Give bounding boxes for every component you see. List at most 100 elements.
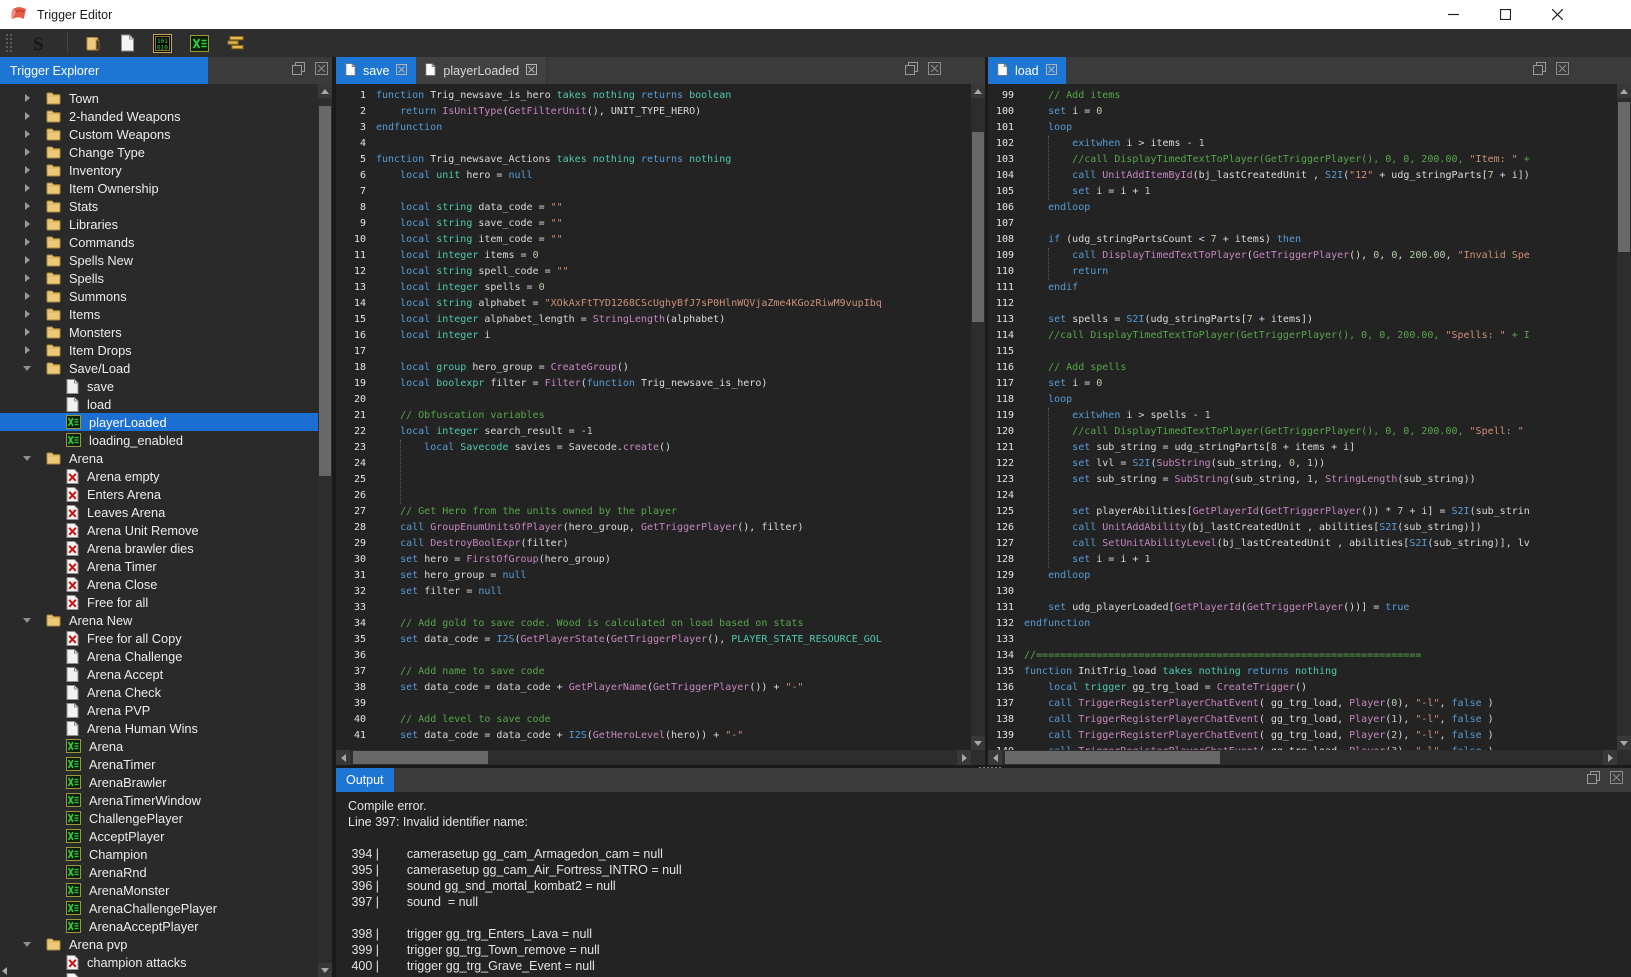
script-icon[interactable]: [190, 35, 209, 52]
trigger-tree[interactable]: Town2-handed WeaponsCustom WeaponsChange…: [0, 84, 318, 977]
tree-item-arenaacceptplayer[interactable]: ArenaAcceptPlayer: [0, 917, 318, 935]
tree-item-arenatimer[interactable]: ArenaTimer: [0, 755, 318, 773]
tree-item-item[interactable]: [0, 971, 318, 977]
load-hscrollbar[interactable]: [988, 750, 1617, 765]
tree-item-libraries[interactable]: Libraries: [0, 215, 318, 233]
tree-item-leaves-arena[interactable]: Leaves Arena: [0, 503, 318, 521]
expand-arrow-icon[interactable]: [20, 256, 34, 264]
expand-arrow-icon[interactable]: [20, 112, 34, 120]
load-code-area[interactable]: 99 // Add items100 set i = 0101 loop102 …: [988, 84, 1617, 750]
close-button[interactable]: [1531, 0, 1583, 29]
load-scroll-down[interactable]: [1617, 736, 1631, 750]
expand-arrow-icon[interactable]: [20, 238, 34, 246]
tree-hscroll-left-arrow[interactable]: [2, 967, 7, 975]
tree-item-arena-human-wins[interactable]: Arena Human Wins: [0, 719, 318, 737]
tree-item-challengeplayer[interactable]: ChallengePlayer: [0, 809, 318, 827]
load-vscroll-thumb[interactable]: [1618, 102, 1630, 252]
expand-arrow-icon[interactable]: [20, 148, 34, 156]
expand-arrow-icon[interactable]: [20, 130, 34, 138]
scroll-icon[interactable]: S: [30, 33, 54, 53]
expand-arrow-icon[interactable]: [20, 310, 34, 318]
tree-scroll-thumb[interactable]: [319, 106, 331, 476]
tree-item-item-drops[interactable]: Item Drops: [0, 341, 318, 359]
tree-item-stats[interactable]: Stats: [0, 197, 318, 215]
save-vscrollbar[interactable]: [971, 84, 985, 750]
tree-item-monsters[interactable]: Monsters: [0, 323, 318, 341]
tree-item-arena-unit-remove[interactable]: Arena Unit Remove: [0, 521, 318, 539]
tree-item-acceptplayer[interactable]: AcceptPlayer: [0, 827, 318, 845]
tree-item-free-for-all[interactable]: Free for all: [0, 593, 318, 611]
binary-icon[interactable]: 101010: [153, 34, 172, 53]
tree-item-arena-pvp[interactable]: Arena PVP: [0, 701, 318, 719]
tab-close-icon[interactable]: [526, 64, 537, 78]
tab-close-icon[interactable]: [396, 64, 407, 78]
tree-item-arena[interactable]: Arena: [0, 449, 318, 467]
load-editor-restore-icon[interactable]: [1533, 62, 1546, 80]
expand-arrow-icon[interactable]: [20, 274, 34, 282]
tree-item-arena-close[interactable]: Arena Close: [0, 575, 318, 593]
explorer-title-tab[interactable]: Trigger Explorer: [0, 57, 208, 84]
save-scroll-down[interactable]: [971, 736, 985, 750]
maximize-button[interactable]: [1479, 0, 1531, 29]
tree-item-arenachallengeplayer[interactable]: ArenaChallengePlayer: [0, 899, 318, 917]
tree-item-save[interactable]: save: [0, 377, 318, 395]
load-scroll-left[interactable]: [988, 750, 1002, 765]
tree-item-loading-enabled[interactable]: loading_enabled: [0, 431, 318, 449]
output-restore-icon[interactable]: [1587, 771, 1600, 789]
save-editor-close-icon[interactable]: [928, 62, 941, 80]
tree-item-item-ownership[interactable]: Item Ownership: [0, 179, 318, 197]
tree-item-arena-timer[interactable]: Arena Timer: [0, 557, 318, 575]
tree-item-custom-weapons[interactable]: Custom Weapons: [0, 125, 318, 143]
output-close-icon[interactable]: [1610, 771, 1623, 789]
output-log[interactable]: Compile error.Line 397: Invalid identifi…: [348, 798, 1621, 977]
explorer-restore-icon[interactable]: [292, 62, 305, 80]
tree-item-arena-empty[interactable]: Arena empty: [0, 467, 318, 485]
toolbar-grip[interactable]: [5, 33, 13, 53]
tree-item-summons[interactable]: Summons: [0, 287, 318, 305]
load-editor-close-icon[interactable]: [1556, 62, 1569, 80]
tree-item-free-for-all-copy[interactable]: Free for all Copy: [0, 629, 318, 647]
tree-item-commands[interactable]: Commands: [0, 233, 318, 251]
tree-item-spells-new[interactable]: Spells New: [0, 251, 318, 269]
collapse-arrow-icon[interactable]: [20, 942, 34, 947]
tree-item-arena-pvp[interactable]: Arena pvp: [0, 935, 318, 953]
explorer-close-icon[interactable]: [315, 62, 328, 80]
expand-arrow-icon[interactable]: [20, 292, 34, 300]
tree-item-champion-attacks[interactable]: champion attacks: [0, 953, 318, 971]
new-category-icon[interactable]: [85, 35, 102, 52]
tab-save[interactable]: save: [336, 57, 416, 84]
tree-item-arena-brawler-dies[interactable]: Arena brawler dies: [0, 539, 318, 557]
tree-item-items[interactable]: Items: [0, 305, 318, 323]
tab-playerloaded[interactable]: playerLoaded: [416, 57, 547, 84]
tab-close-icon[interactable]: [1046, 64, 1057, 78]
collapse-arrow-icon[interactable]: [20, 366, 34, 371]
collapse-arrow-icon[interactable]: [20, 456, 34, 461]
save-code-area[interactable]: 1function Trig_newsave_is_hero takes not…: [336, 84, 971, 750]
load-vscrollbar[interactable]: [1617, 84, 1631, 750]
save-editor-restore-icon[interactable]: [905, 62, 918, 80]
tab-load[interactable]: load: [988, 57, 1066, 84]
tree-item-spells[interactable]: Spells: [0, 269, 318, 287]
expand-arrow-icon[interactable]: [20, 94, 34, 102]
tree-vscrollbar[interactable]: [318, 84, 332, 977]
tree-item-inventory[interactable]: Inventory: [0, 161, 318, 179]
tree-item-2-handed-weapons[interactable]: 2-handed Weapons: [0, 107, 318, 125]
minimize-button[interactable]: [1427, 0, 1479, 29]
load-scroll-up[interactable]: [1617, 84, 1631, 98]
tree-item-save-load[interactable]: Save/Load: [0, 359, 318, 377]
text-lines-icon[interactable]: [227, 35, 246, 51]
load-scroll-right[interactable]: [1603, 750, 1617, 765]
save-hscroll-thumb[interactable]: [353, 751, 488, 764]
expand-arrow-icon[interactable]: [20, 346, 34, 354]
collapse-arrow-icon[interactable]: [20, 618, 34, 623]
tree-item-change-type[interactable]: Change Type: [0, 143, 318, 161]
expand-arrow-icon[interactable]: [20, 202, 34, 210]
tree-item-arenamonster[interactable]: ArenaMonster: [0, 881, 318, 899]
expand-arrow-icon[interactable]: [20, 220, 34, 228]
tree-item-arenatimerwindow[interactable]: ArenaTimerWindow: [0, 791, 318, 809]
save-scroll-up[interactable]: [971, 84, 985, 98]
save-hscrollbar[interactable]: [336, 750, 971, 765]
tree-item-arena-check[interactable]: Arena Check: [0, 683, 318, 701]
tree-item-arena-challenge[interactable]: Arena Challenge: [0, 647, 318, 665]
output-tab[interactable]: Output: [336, 768, 394, 792]
